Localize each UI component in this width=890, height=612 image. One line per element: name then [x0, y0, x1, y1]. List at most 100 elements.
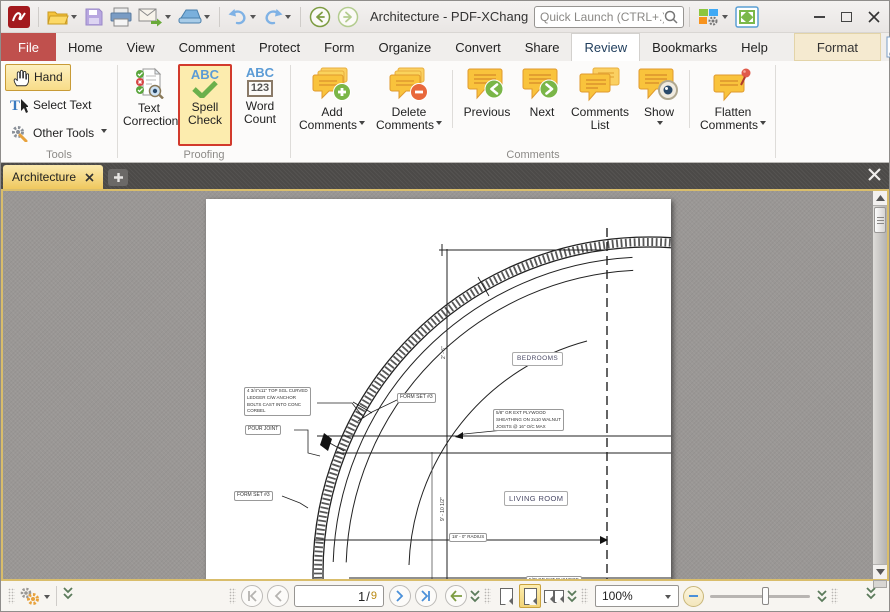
print-button[interactable]	[107, 4, 135, 30]
new-tab-button[interactable]	[108, 169, 128, 186]
tab-close-icon[interactable]	[85, 173, 94, 182]
close-document-button[interactable]	[860, 168, 889, 186]
zoom-level-select[interactable]: 100%	[595, 585, 679, 607]
group-comments: Add Comments Delete Comments Previous Ne…	[291, 61, 775, 162]
undo-icon	[228, 8, 248, 25]
window-title: Architecture - PDF-XChang...	[370, 9, 528, 24]
previous-page-icon	[273, 590, 283, 602]
next-comment-button[interactable]: Next	[518, 64, 566, 146]
minimize-button[interactable]	[806, 4, 833, 30]
tab-file[interactable]: File	[1, 33, 56, 61]
last-page-button[interactable]	[415, 585, 437, 607]
word-count-button[interactable]: ABC 123 Word Count	[234, 64, 286, 146]
ribbon-review: Hand T Select Text Other Tools Tools Tex…	[1, 61, 889, 163]
nav-back-button[interactable]	[306, 4, 334, 30]
tab-form[interactable]: Form	[312, 33, 366, 61]
view-history-chevrons-icon[interactable]	[469, 590, 481, 603]
two-page-layout-button[interactable]	[543, 584, 565, 608]
delete-comment-icon	[388, 67, 430, 103]
scrollbar-thumb[interactable]	[874, 207, 886, 233]
vertical-scrollbar[interactable]	[872, 191, 887, 579]
delete-comments-label: Delete Comments	[372, 106, 446, 132]
toolbars-icon	[698, 7, 720, 27]
previous-comment-label: Previous	[464, 106, 511, 119]
email-button[interactable]	[135, 4, 175, 30]
single-page-layout-button[interactable]	[495, 584, 517, 608]
save-button[interactable]	[81, 4, 107, 30]
document-tab-architecture[interactable]: Architecture	[3, 165, 103, 189]
status-bar: / 9 100%	[1, 581, 889, 611]
next-page-button[interactable]	[389, 585, 411, 607]
flatten-comments-button[interactable]: Flatten Comments	[695, 64, 771, 146]
app-logo-icon[interactable]	[5, 4, 33, 30]
page-number-input[interactable]	[325, 589, 365, 604]
tab-review[interactable]: Review	[571, 33, 640, 61]
previous-view-button[interactable]	[445, 585, 467, 607]
text-correction-button[interactable]: Text Correction	[122, 64, 176, 146]
quick-launch-input[interactable]: Quick Launch (CTRL+.)	[534, 6, 684, 28]
redo-icon	[263, 8, 283, 25]
tab-share[interactable]: Share	[513, 33, 572, 61]
show-comments-button[interactable]: Show	[634, 64, 684, 146]
living-room-label: LIVING ROOM	[504, 491, 568, 506]
back-arrow-icon	[309, 6, 331, 28]
tab-view[interactable]: View	[115, 33, 167, 61]
first-page-button[interactable]	[241, 585, 263, 607]
close-button[interactable]	[860, 4, 887, 30]
spell-check-label: Spell Check	[185, 101, 225, 127]
dim-vertical-2: 2' - 6"	[441, 346, 447, 359]
hand-tool-button[interactable]: Hand	[5, 64, 71, 91]
zoom-out-button[interactable]	[683, 586, 704, 607]
gears-icon	[18, 585, 42, 607]
other-tools-button[interactable]: Other Tools	[5, 119, 113, 146]
comments-list-icon	[579, 67, 621, 103]
layout-options-chevrons-icon[interactable]	[566, 590, 578, 603]
tab-organize[interactable]: Organize	[366, 33, 443, 61]
comments-list-button[interactable]: Comments List	[568, 64, 632, 146]
tab-protect[interactable]: Protect	[247, 33, 312, 61]
nav-forward-button[interactable]	[334, 4, 362, 30]
tab-convert[interactable]: Convert	[443, 33, 513, 61]
group-label-proofing: Proofing	[118, 149, 290, 161]
customize-toolbars-button[interactable]	[695, 4, 732, 30]
select-text-button[interactable]: T Select Text	[5, 92, 113, 119]
scan-button[interactable]	[175, 4, 214, 30]
scroll-down-button[interactable]	[873, 564, 887, 579]
tab-home[interactable]: Home	[56, 33, 115, 61]
tab-help[interactable]: Help	[729, 33, 780, 61]
tab-format[interactable]: Format	[794, 33, 881, 61]
zoom-slider-handle[interactable]	[762, 587, 769, 605]
previous-comment-button[interactable]: Previous	[458, 64, 516, 146]
fit-page-layout-button[interactable]	[519, 584, 541, 608]
more-tools-chevrons-icon	[865, 587, 877, 600]
find-button[interactable]: Find...	[881, 36, 890, 58]
fullscreen-button[interactable]	[732, 4, 762, 30]
word-count-label: Word Count	[238, 100, 282, 126]
scroll-up-button[interactable]	[873, 191, 887, 206]
select-text-icon: T	[10, 96, 28, 114]
expand-statusbar-button[interactable]	[62, 587, 74, 605]
fullscreen-icon	[735, 6, 759, 28]
undo-button[interactable]	[225, 4, 260, 30]
add-comments-button[interactable]: Add Comments	[295, 64, 369, 146]
spell-check-button[interactable]: ABC Spell Check	[178, 64, 232, 146]
page-total: 9	[371, 590, 377, 602]
hand-tool-label: Hand	[34, 70, 63, 84]
save-icon	[84, 7, 104, 27]
zoom-slider[interactable]	[710, 595, 810, 598]
document-viewport: 9' - 10 1/2" 2' - 6" BEDROOMS LIVING ROO…	[1, 189, 889, 581]
double-chevron-down-icon	[62, 587, 74, 600]
expand-toolbar-button[interactable]	[865, 587, 877, 605]
open-button[interactable]	[44, 4, 81, 30]
tab-bookmarks[interactable]: Bookmarks	[640, 33, 729, 61]
printer-icon	[110, 7, 132, 27]
zoom-options-chevrons-icon[interactable]	[816, 590, 828, 603]
find-document-icon	[885, 36, 890, 58]
tab-comment[interactable]: Comment	[167, 33, 247, 61]
redo-button[interactable]	[260, 4, 295, 30]
previous-page-button[interactable]	[267, 585, 289, 607]
delete-comments-button[interactable]: Delete Comments	[371, 64, 447, 146]
page-number-box: / 9	[294, 585, 384, 607]
status-options-button[interactable]	[18, 585, 51, 607]
maximize-button[interactable]	[833, 4, 860, 30]
